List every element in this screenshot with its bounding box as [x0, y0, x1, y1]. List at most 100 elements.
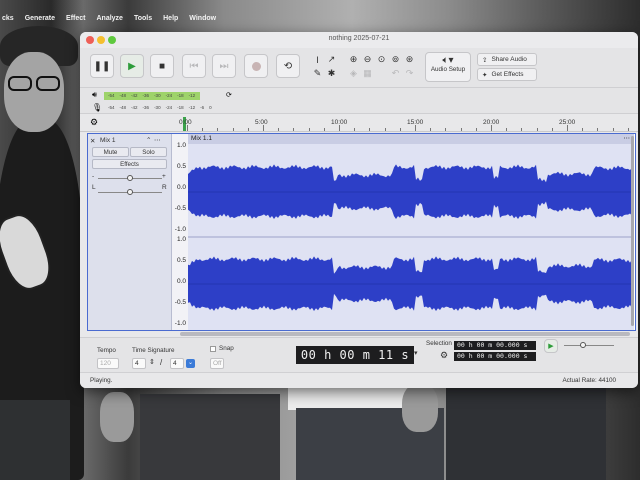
meter-tick-label: -12: [188, 105, 196, 110]
skip-to-end-button[interactable]: ⏭: [212, 54, 236, 78]
menu-help[interactable]: Help: [163, 12, 178, 26]
timeline-tick: [369, 128, 371, 131]
redo-icon[interactable]: ↷: [404, 68, 415, 79]
share-audio-button[interactable]: ⇪ Share Audio: [477, 53, 537, 66]
playback-meter-ticks: -54 -48 -42 -36 -30 -24 -18 -12: [108, 93, 195, 98]
meter-tick-label: -30: [154, 93, 161, 98]
stop-button[interactable]: ■: [150, 54, 174, 78]
timeline-tick: [278, 128, 280, 131]
time-signature-dropdown[interactable]: ⌄: [186, 359, 195, 368]
snap-checkbox[interactable]: [210, 346, 216, 352]
pan-slider-knob[interactable]: [127, 189, 133, 195]
track-control-panel: ✕ Mix 1 ⌃ ⋯ Mute Solo Effects - + L R: [88, 134, 172, 330]
audio-clip[interactable]: Mix 1.1 ⋯: [188, 134, 634, 330]
track-name[interactable]: Mix 1: [100, 137, 116, 144]
zoom-toggle-icon[interactable]: ⊛: [404, 54, 415, 65]
pan-left-label: L: [92, 184, 96, 191]
time-display[interactable]: 00 h 00 m 11 s: [296, 346, 414, 364]
track-menu-icon[interactable]: ⋯: [154, 136, 161, 144]
time-signature-slash: /: [160, 358, 163, 367]
get-effects-button[interactable]: ✦ Get Effects: [477, 68, 537, 81]
zoom-out-icon[interactable]: ⊖: [362, 54, 373, 65]
meter-tick-label: -18: [177, 93, 184, 98]
menu-effect[interactable]: Effect: [66, 12, 85, 26]
selection-start-time[interactable]: 00 h 00 m 00.000 s: [454, 341, 536, 350]
record-button[interactable]: [244, 54, 268, 78]
time-signature-stepper-icon[interactable]: ⇕: [149, 358, 155, 366]
play-button[interactable]: ▶: [120, 54, 144, 78]
vertical-scrollbar[interactable]: [631, 136, 634, 326]
menu-analyze[interactable]: Analyze: [97, 12, 123, 26]
timeline-tick: [293, 128, 295, 131]
tempo-input[interactable]: 120: [97, 358, 119, 369]
clip-header[interactable]: Mix 1.1 ⋯: [188, 134, 634, 144]
menu-tools[interactable]: Tools: [134, 12, 152, 26]
meter-tick-label: -24: [165, 105, 173, 110]
fit-selection-icon[interactable]: ⊙: [376, 54, 387, 65]
amplitude-tick-label: 0.5: [176, 163, 186, 170]
person-glasses: [36, 76, 60, 91]
silence-icon[interactable]: ▦: [362, 68, 373, 79]
meter-tick-label: -54: [108, 105, 115, 110]
meter-options-icon[interactable]: ⟳: [226, 91, 232, 99]
envelope-tool-icon[interactable]: ↗: [326, 54, 337, 65]
hand: [100, 392, 134, 442]
effects-button[interactable]: Effects: [92, 159, 167, 169]
menu-window[interactable]: Window: [189, 12, 216, 26]
time-signature-numerator[interactable]: 4: [132, 358, 146, 369]
undo-icon[interactable]: ↶: [390, 68, 401, 79]
loop-icon: ⟲: [283, 60, 293, 72]
waveform-area[interactable]: [188, 144, 634, 330]
clip-menu-icon[interactable]: ⋯: [624, 134, 631, 144]
play-icon: ▶: [128, 60, 136, 72]
amplitude-tick-label: -0.5: [174, 205, 186, 212]
selection-settings-icon[interactable]: ⚙︎: [440, 350, 448, 361]
audio-setup-button[interactable]: 🔈︎▾ Audio Setup: [425, 52, 471, 82]
close-track-icon[interactable]: ✕: [90, 137, 95, 145]
timeline-tick: [399, 128, 401, 131]
timeline-label: 5:00: [255, 119, 268, 126]
draw-tool-icon[interactable]: ✎: [312, 68, 323, 79]
mute-button[interactable]: Mute: [92, 147, 129, 157]
menu-generate[interactable]: Generate: [25, 12, 55, 26]
skip-to-start-button[interactable]: ⏮: [182, 54, 206, 78]
selection-tool-icon[interactable]: I: [312, 54, 323, 65]
multi-tool-icon[interactable]: ✱: [326, 68, 337, 79]
person-legs: [140, 394, 280, 480]
snap-dropdown[interactable]: Off: [210, 358, 224, 369]
meter-tick-label: -36: [142, 93, 150, 98]
get-effects-label: Get Effects: [491, 71, 524, 78]
playback-meter[interactable]: -54 -48 -42 -36 -30 -24 -18 -12: [104, 92, 216, 100]
play-at-speed-button[interactable]: ▶: [544, 339, 558, 353]
skip-end-icon: ⏭: [219, 60, 229, 72]
fit-project-icon[interactable]: ⊚: [390, 54, 401, 65]
record-meter[interactable]: -54 -48 -42 -36 -30 -24 -18 -12 -6 0: [104, 104, 234, 112]
collapse-track-icon[interactable]: ⌃: [146, 136, 151, 144]
play-speed-slider-track[interactable]: [564, 345, 614, 346]
amplitude-tick-label: -0.5: [174, 299, 186, 306]
timeline-ruler[interactable]: ⚙︎ 0:00 5:00 10:00 15:00 20:00 25:00: [80, 114, 638, 132]
timeline-tick: [445, 128, 447, 131]
actual-rate-text: Actual Rate: 44100: [562, 377, 616, 384]
play-speed-slider-knob[interactable]: [580, 342, 586, 348]
volume-slider-knob[interactable]: [127, 175, 133, 181]
horizontal-scrollbar[interactable]: [180, 332, 630, 336]
timeline-settings-icon[interactable]: ⚙︎: [90, 117, 98, 128]
loop-button[interactable]: ⟲: [276, 54, 300, 78]
timeline-tick: [339, 125, 340, 131]
time-signature-denominator[interactable]: 4: [170, 358, 184, 369]
zoom-in-icon[interactable]: ⊕: [348, 54, 359, 65]
selection-end-time[interactable]: 00 h 00 m 00.000 s: [454, 352, 536, 361]
menu-tracks[interactable]: cks: [2, 12, 14, 26]
time-display-menu-icon[interactable]: ▾: [414, 349, 418, 357]
pause-button[interactable]: ❚❚: [90, 54, 114, 78]
volume-min-label: -: [92, 173, 95, 180]
trim-icon[interactable]: ◈: [348, 68, 359, 79]
solo-button[interactable]: Solo: [130, 147, 167, 157]
timeline-tick: [551, 128, 553, 131]
timeline-tick: [582, 128, 584, 131]
timeline-tick: [384, 128, 386, 131]
skip-start-icon: ⏮: [189, 60, 199, 72]
timeline-tick: [460, 128, 462, 131]
timeline-tick: [415, 125, 416, 131]
